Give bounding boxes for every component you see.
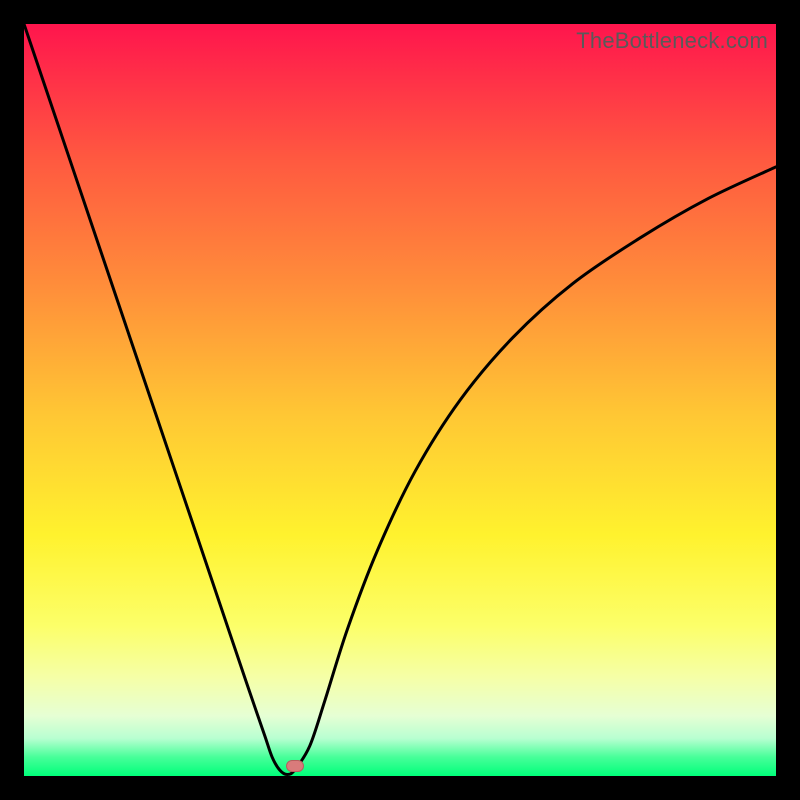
bottleneck-curve [24, 24, 776, 775]
chart-frame: TheBottleneck.com [0, 0, 800, 800]
curve-svg [24, 24, 776, 776]
plot-area: TheBottleneck.com [24, 24, 776, 776]
optimum-marker [286, 760, 304, 772]
